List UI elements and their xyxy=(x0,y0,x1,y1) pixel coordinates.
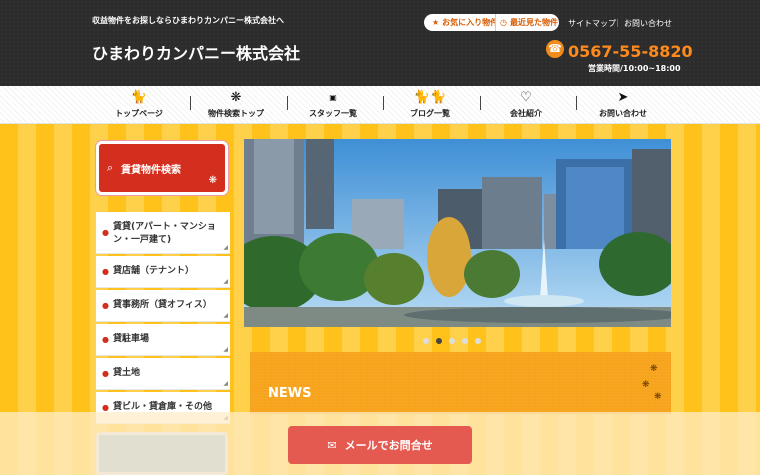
sidebar-item-office[interactable]: ● 貸事務所（貸オフィス） ◢ xyxy=(96,290,230,322)
corner-icon: ◢ xyxy=(223,346,228,353)
corner-icon: ◢ xyxy=(223,312,228,319)
corner-icon: ◢ xyxy=(223,244,228,251)
hero-slider[interactable] xyxy=(244,139,671,327)
cat-icon: 🐈 xyxy=(130,90,148,105)
search-title: 賃貸物件検索 xyxy=(121,165,181,176)
sitemap-link[interactable]: サイトマップ xyxy=(568,18,616,29)
sidebar-item-label: 貸駐車場 xyxy=(113,334,150,344)
arrow-icon: ● xyxy=(102,335,109,344)
phone-number[interactable]: 0567-55-8820 xyxy=(568,42,693,61)
sidebar-item-parking[interactable]: ● 貸駐車場 ◢ xyxy=(96,324,230,356)
site-logo[interactable]: ひまわりカンパニー株式会社 xyxy=(92,40,300,64)
slider-pagination xyxy=(423,338,481,344)
fish-icon: ➤ xyxy=(617,90,629,105)
recent-button[interactable]: ◷ 最近見た物件 xyxy=(495,14,559,31)
slider-dot[interactable] xyxy=(449,338,455,344)
hero-image xyxy=(244,139,671,327)
header-divider: | xyxy=(616,18,619,27)
arrow-icon: ● xyxy=(102,403,109,412)
mail-contact-button[interactable]: ✉ メールでお問合せ xyxy=(288,426,472,464)
slider-dot[interactable] xyxy=(423,338,429,344)
slider-dot[interactable] xyxy=(475,338,481,344)
nav-item-property-search[interactable]: ❋ 物件検索トップ xyxy=(188,90,284,119)
news-title: NEWS xyxy=(268,386,312,401)
nav-label: 会社紹介 xyxy=(510,109,542,118)
nav-label: スタッフ一覧 xyxy=(309,109,357,118)
paw-icon: ❋ xyxy=(650,364,658,374)
sidebar-item-label: 賃貸(アパート・マンション・一戸建て) xyxy=(113,222,216,245)
nav-label: 物件検索トップ xyxy=(208,109,264,118)
clock-icon: ◷ xyxy=(500,18,507,27)
star-icon: ★ xyxy=(432,18,440,27)
arrow-icon: ● xyxy=(102,228,109,237)
arrow-icon: ● xyxy=(102,301,109,310)
sidebar-item-label: 貸事務所（貸オフィス） xyxy=(113,300,212,310)
sidebar-item-label: 貸店舗（テナント） xyxy=(113,266,195,276)
rental-search-box[interactable]: ⌕ 賃貸物件検索 ❋ xyxy=(96,141,228,195)
tagline: 収益物件をお探しならひまわりカンパニー株式会社へ xyxy=(92,16,284,25)
site-header: 収益物件をお探しならひまわりカンパニー株式会社へ ひまわりカンパニー株式会社 ★… xyxy=(0,0,760,86)
sidebar-item-store[interactable]: ● 貸店舗（テナント） ◢ xyxy=(96,256,230,288)
nav-label: お問い合わせ xyxy=(599,109,647,118)
nav-item-contact[interactable]: ➤ お問い合わせ xyxy=(575,90,671,119)
slider-dot[interactable] xyxy=(462,338,468,344)
arrow-icon: ● xyxy=(102,369,109,378)
favorites-label: お気に入り物件 xyxy=(442,18,499,27)
business-hours: 営業時間/10:00~18:00 xyxy=(588,64,681,73)
paw-icon: ❋ xyxy=(208,175,217,186)
nav-label: トップページ xyxy=(115,109,163,118)
corner-icon: ◢ xyxy=(223,380,228,387)
sidebar-item-rental-housing[interactable]: ● 賃貸(アパート・マンション・一戸建て) ◢ xyxy=(96,212,230,254)
sidebar-item-land[interactable]: ● 貸土地 ◢ xyxy=(96,358,230,390)
mail-icon: ✉ xyxy=(327,438,337,452)
sidebar-item-label: 貸土地 xyxy=(113,368,141,378)
recent-label: 最近見た物件 xyxy=(509,18,558,27)
paw-icon: ❋ xyxy=(230,90,242,105)
nav-item-top[interactable]: 🐈 トップページ xyxy=(91,90,187,119)
favorites-button[interactable]: ★ お気に入り物件 xyxy=(424,14,504,31)
arrow-icon: ● xyxy=(102,267,109,276)
heart-icon: ♡ xyxy=(520,90,532,105)
phone-icon: ☎ xyxy=(546,40,564,58)
paw-icon: ❋ xyxy=(654,392,662,402)
mail-contact-label: メールでお問合せ xyxy=(344,439,433,452)
corner-icon: ◢ xyxy=(223,278,228,285)
nav-item-blog[interactable]: 🐈🐈 ブログ一覧 xyxy=(382,90,478,119)
milk-icon: ▣ xyxy=(329,93,337,102)
cats-icon: 🐈🐈 xyxy=(413,90,447,105)
nav-label: ブログ一覧 xyxy=(410,109,450,118)
contact-link[interactable]: お問い合わせ xyxy=(624,18,672,29)
slider-dot-active[interactable] xyxy=(436,338,442,344)
nav-item-company[interactable]: ♡ 会社紹介 xyxy=(478,90,574,119)
search-icon: ⌕ xyxy=(107,161,114,174)
global-nav: 🐈 トップページ ❋ 物件検索トップ ▣ スタッフ一覧 🐈🐈 ブログ一覧 ♡ 会… xyxy=(0,86,760,124)
nav-item-staff[interactable]: ▣ スタッフ一覧 xyxy=(285,90,381,119)
paw-icon: ❋ xyxy=(642,380,650,390)
news-section: NEWS ❋ ❋ ❋ xyxy=(250,352,671,414)
